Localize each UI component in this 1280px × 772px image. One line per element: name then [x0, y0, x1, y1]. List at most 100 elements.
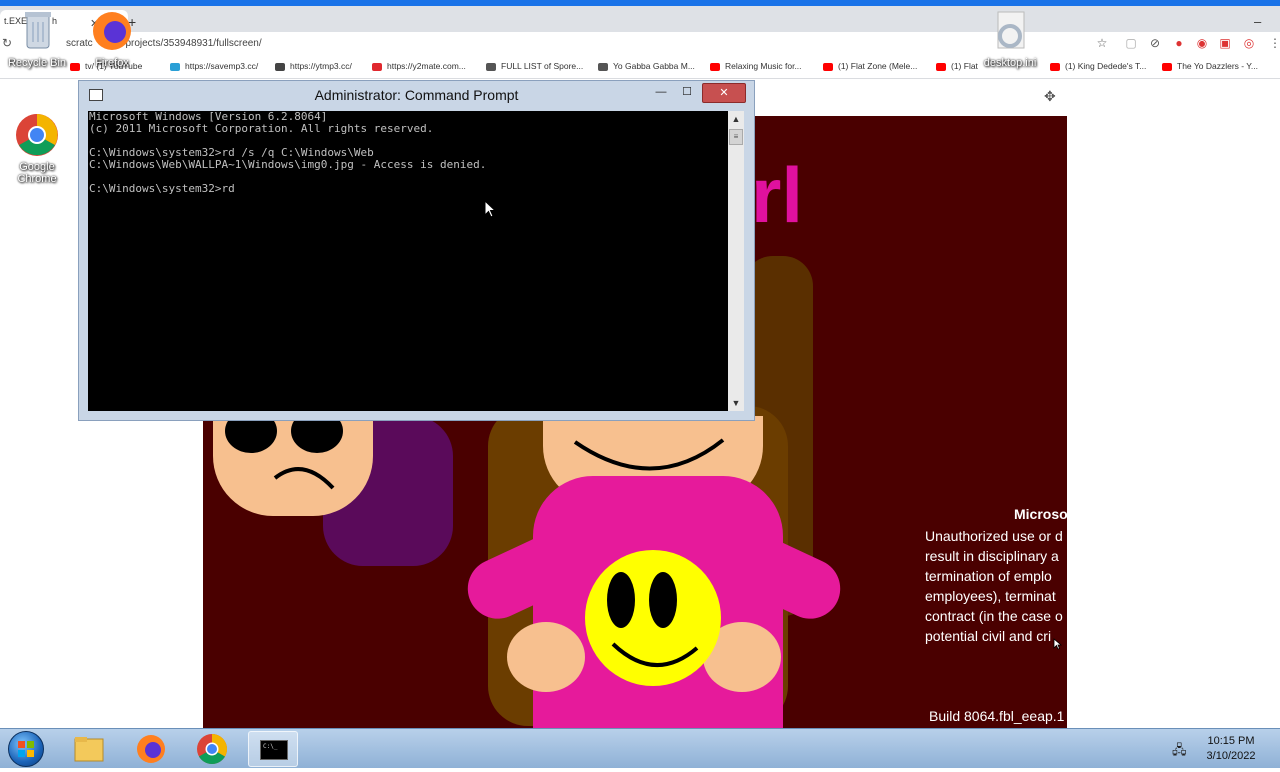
console-line: (c) 2011 Microsoft Corporation. All righ…	[89, 122, 434, 135]
windows-warning-text: Microso Unauthorized use or d result in …	[925, 504, 1067, 646]
bookmark-item[interactable]: Relaxing Music for...	[710, 61, 802, 71]
console-line: C:\Windows\Web\WALLPA~1\Windows\img0.jpg…	[89, 158, 487, 171]
bookmark-label: Yo Gabba Gabba M...	[613, 61, 695, 71]
bookmark-label: https://y2mate.com...	[387, 61, 466, 71]
tab-strip: t.EXE h ✕ + –	[0, 6, 1280, 32]
warning-line: potential civil and cri	[925, 628, 1052, 644]
bookmark-favicon-icon	[486, 62, 496, 71]
mouse-cursor-icon	[484, 200, 497, 218]
bookmark-item[interactable]: FULL LIST of Spore...	[486, 61, 583, 71]
system-clock[interactable]: 10:15 PM 3/10/2022	[1196, 734, 1266, 764]
bookmark-star-icon[interactable]: ☆	[1095, 36, 1109, 50]
warning-line: termination of emplo	[925, 568, 1052, 584]
desktop-icon-label: Chrome	[17, 173, 57, 185]
warning-line: result in disciplinary a	[925, 548, 1059, 564]
bookmark-label: https://ytmp3.cc/	[290, 61, 352, 71]
chrome-icon	[16, 114, 58, 156]
cmd-taskbar-icon: C:\_	[260, 740, 288, 760]
bookmarks-bar: tv/ (1) YouTube https://savemp3.cc/https:…	[0, 56, 1280, 79]
bookmark-label: (1) King Dedede's T...	[1065, 61, 1147, 71]
maximize-button[interactable]: ☐	[676, 83, 698, 101]
screenshot-icon[interactable]: ◎	[1242, 36, 1256, 50]
desktop-icon-label: Firefox	[95, 57, 129, 69]
secondary-cursor-icon	[1053, 638, 1063, 650]
cmd-titlebar[interactable]: Administrator: Command Prompt — ☐ ✕	[79, 81, 754, 109]
bookmark-favicon-icon	[1050, 62, 1060, 71]
start-button[interactable]	[8, 731, 44, 767]
bookmark-label: (1) Flat Zone (Mele...	[838, 61, 918, 71]
character-b-left-hand	[507, 622, 585, 692]
bookmark-item[interactable]: The Yo Dazzlers - Y...	[1162, 61, 1258, 71]
cmd-scrollbar[interactable]: ▲ ≡ ▼	[728, 111, 744, 411]
bookmark-item[interactable]: (1) Flat	[936, 61, 978, 71]
stage-title-fragment: rl	[751, 151, 804, 239]
bookmark-favicon-icon	[170, 62, 180, 71]
bookmark-item[interactable]: https://savemp3.cc/	[170, 61, 258, 71]
warning-line: Unauthorized use or d	[925, 528, 1063, 544]
scroll-up-arrow[interactable]: ▲	[728, 111, 744, 127]
bookmark-item[interactable]: https://ytmp3.cc/	[275, 61, 352, 71]
block-icon[interactable]: ⊘	[1148, 36, 1162, 50]
bookmark-label: FULL LIST of Spore...	[501, 61, 584, 71]
bookmark-label: https://savemp3.cc/	[185, 61, 259, 71]
close-button[interactable]: ✕	[702, 83, 746, 103]
browser-minimize-icon[interactable]: –	[1254, 14, 1261, 29]
taskbar: C:\_ 🖧 10:15 PM 3/10/2022	[0, 728, 1280, 768]
extension-box-icon[interactable]: ▣	[1218, 36, 1232, 50]
address-bar: ↻ scratc/projects/353948931/fullscreen/ …	[0, 32, 1280, 56]
bookmark-favicon-icon	[598, 62, 608, 71]
settings-file-icon	[997, 11, 1025, 49]
taskbar-command-prompt[interactable]: C:\_	[248, 731, 298, 767]
menu-icon[interactable]: ⋮	[1268, 36, 1280, 50]
bookmark-favicon-icon	[275, 62, 285, 71]
firefox-icon	[93, 12, 131, 50]
bookmark-item[interactable]: https://y2mate.com...	[372, 61, 466, 71]
warning-title: Microso	[1014, 506, 1067, 522]
cmd-console[interactable]: Microsoft Windows [Version 6.2.8064] (c)…	[88, 111, 728, 411]
desktop-icon-label: desktop.ini	[983, 57, 1037, 69]
character-a-face	[213, 409, 373, 516]
windows-logo-icon	[18, 741, 34, 757]
bookmark-label: Relaxing Music for...	[725, 61, 802, 71]
taskbar-chrome[interactable]	[187, 731, 237, 767]
folder-icon	[74, 737, 104, 762]
desktop-icon-firefox[interactable]: Firefox	[82, 8, 142, 69]
cmd-icon-label: C:\_	[263, 743, 278, 750]
desktop-icon-label: Recycle Bin	[7, 57, 67, 69]
warning-line: contract (in the case o	[925, 608, 1063, 624]
scroll-thumb[interactable]: ≡	[729, 129, 743, 145]
desktop-icon-desktop-ini[interactable]: desktop.ini	[974, 10, 1046, 69]
extension-icon[interactable]: ▢	[1124, 36, 1138, 50]
command-prompt-window[interactable]: Administrator: Command Prompt — ☐ ✕ Micr…	[78, 80, 755, 421]
bookmark-favicon-icon	[710, 62, 720, 71]
bookmark-item[interactable]: (1) Flat Zone (Mele...	[823, 61, 917, 71]
build-watermark: Build 8064.fbl_eeap.1	[929, 708, 1065, 724]
bookmark-label: The Yo Dazzlers - Y...	[1177, 61, 1258, 71]
clock-time: 10:15 PM	[1207, 735, 1255, 747]
taskbar-firefox[interactable]	[126, 731, 176, 767]
minimize-button[interactable]: —	[650, 83, 672, 101]
bookmark-favicon-icon	[372, 62, 382, 71]
bookmark-favicon-icon	[936, 62, 946, 71]
chrome-icon	[197, 734, 228, 765]
desktop-icon-recycle-bin[interactable]: Recycle Bin	[0, 8, 74, 69]
smiley-face-icon	[585, 550, 721, 686]
exit-fullscreen-icon[interactable]: ✥	[1044, 88, 1056, 105]
desktop-icon-google-chrome[interactable]: Google Chrome	[6, 112, 68, 185]
scroll-down-arrow[interactable]: ▼	[728, 395, 744, 411]
bookmark-item[interactable]: Yo Gabba Gabba M...	[598, 61, 695, 71]
clock-date: 3/10/2022	[1206, 750, 1256, 762]
taskbar-file-explorer[interactable]	[64, 731, 114, 767]
bookmark-favicon-icon	[1162, 62, 1172, 71]
desktop-icon-label: Google	[19, 161, 55, 173]
opera-icon[interactable]: ◉	[1195, 36, 1209, 50]
firefox-icon	[137, 735, 165, 763]
console-line: C:\Windows\system32>rd	[89, 182, 235, 195]
bookmark-item[interactable]: (1) King Dedede's T...	[1050, 61, 1146, 71]
extension-red-icon[interactable]: ●	[1172, 36, 1186, 50]
character-a-features	[225, 409, 343, 490]
bookmark-favicon-icon	[823, 62, 833, 71]
recycle-bin-icon	[25, 12, 51, 49]
warning-line: employees), terminat	[925, 588, 1056, 604]
network-icon[interactable]: 🖧	[1172, 741, 1187, 763]
